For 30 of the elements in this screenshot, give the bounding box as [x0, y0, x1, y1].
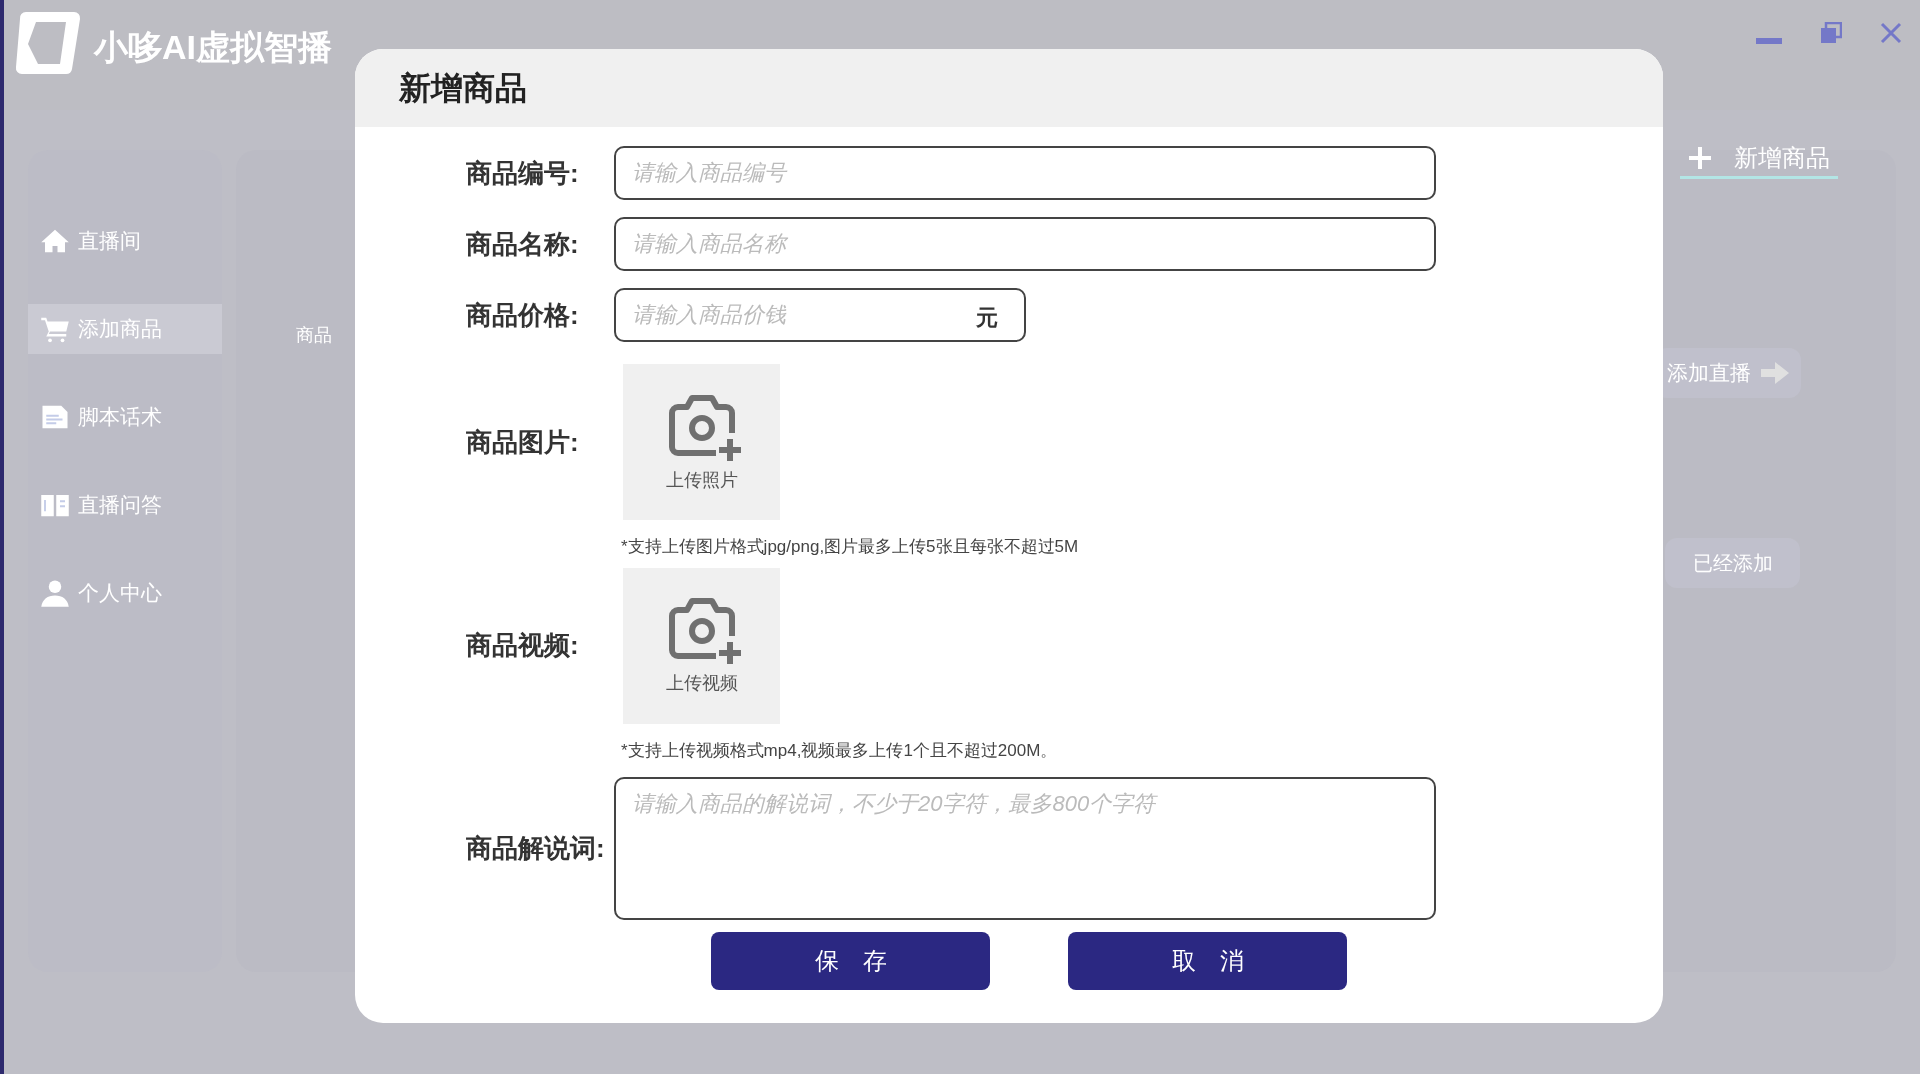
unit-label: 元: [976, 304, 998, 332]
plus-icon: [1688, 146, 1712, 170]
field-label: 商品图片:: [466, 425, 579, 459]
field-label: 商品解说词:: [466, 833, 605, 863]
new-product-button[interactable]: 新增商品: [1680, 140, 1838, 179]
sidebar-item[interactable]: 直播间: [28, 216, 222, 266]
upload-button[interactable]: 上传照片: [623, 364, 780, 520]
app-title: 小哆AI虚拟智播: [94, 27, 332, 68]
sidebar-item[interactable]: 直播问答: [28, 480, 222, 530]
text-input[interactable]: 请输入商品名称: [614, 217, 1436, 271]
text-input[interactable]: 请输入商品编号: [614, 146, 1436, 200]
close-icon[interactable]: [1880, 22, 1902, 44]
field-label: 商品编号:: [466, 157, 579, 188]
restore-icon[interactable]: [1820, 22, 1842, 44]
upload-hint: *支持上传视频格式mp4,视频最多上传1个且不超过200M。: [621, 739, 1059, 762]
sidebar-item[interactable]: 个人中心: [28, 568, 222, 618]
added-label: 已经添加: [1665, 538, 1800, 588]
description-textarea[interactable]: 请输入商品的解说词，不少于20字符，最多800个字符: [614, 777, 1436, 920]
upload-button[interactable]: 上传视频: [623, 567, 780, 724]
field-label: 商品视频:: [466, 629, 579, 662]
field-label: 商品名称:: [466, 228, 579, 259]
field-label: 商品价格:: [466, 299, 579, 330]
dialog-button[interactable]: 取 消: [1068, 932, 1347, 990]
upload-hint: *支持上传图片格式jpg/png,图片最多上传5张且每张不超过5M: [621, 536, 1080, 558]
column-label: 商品: [296, 325, 332, 345]
arrow-right-icon: [1761, 362, 1789, 384]
dialog-title: 新增商品: [399, 69, 527, 108]
sidebar-item[interactable]: 脚本话术: [28, 392, 222, 442]
user-icon: [40, 578, 70, 608]
dialog-button[interactable]: 保 存: [711, 932, 990, 990]
